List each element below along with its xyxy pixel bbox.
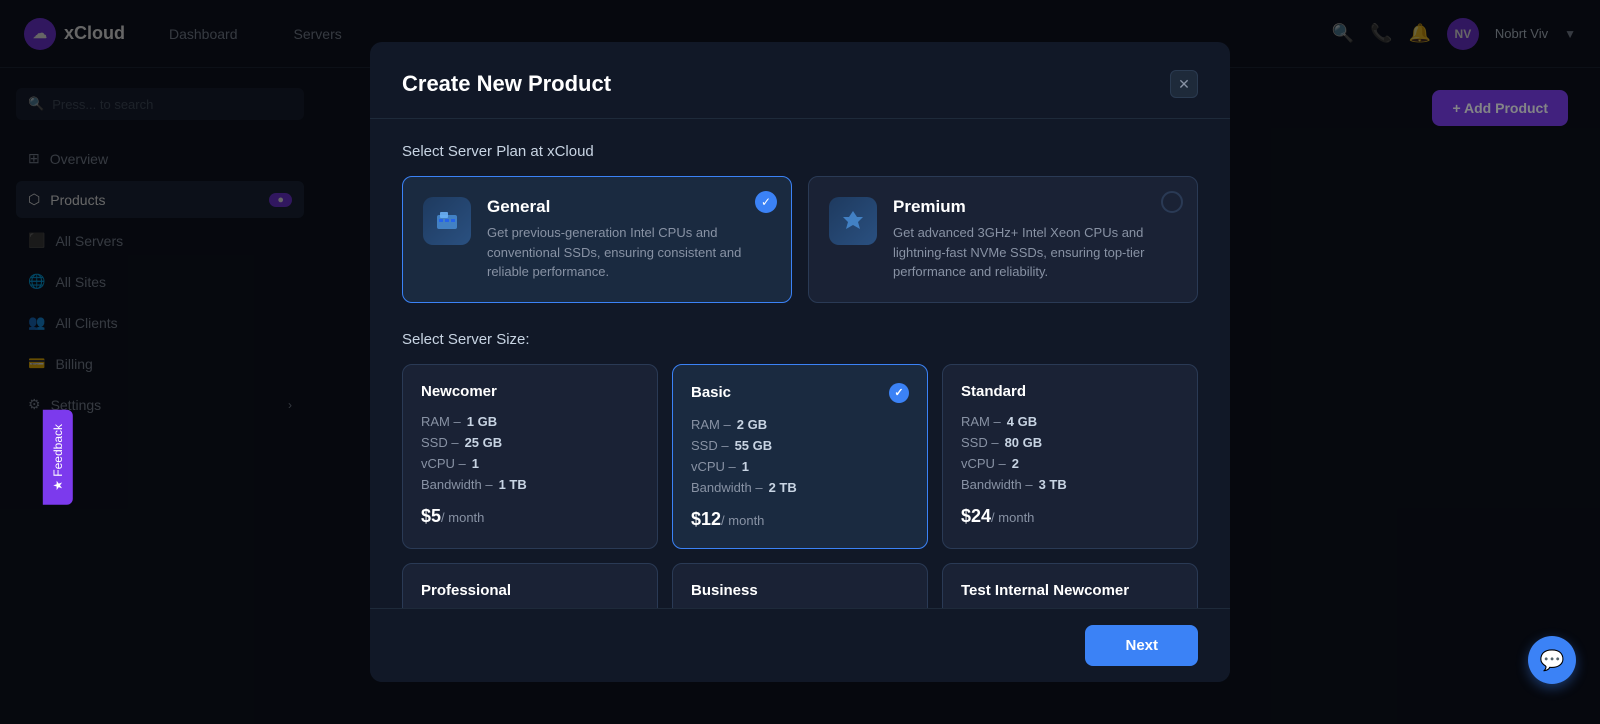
newcomer-ram: RAM – 1 GB xyxy=(421,414,639,429)
general-plan-icon xyxy=(423,197,471,245)
professional-name: Professional xyxy=(421,582,639,599)
feedback-button[interactable]: ★ Feedback xyxy=(43,410,73,505)
add-product-button[interactable]: + Add Product xyxy=(1432,90,1568,126)
premium-plan-check xyxy=(1161,191,1183,213)
standard-name: Standard xyxy=(961,383,1179,400)
standard-price: $24/ month xyxy=(961,506,1179,527)
standard-vcpu: vCPU – 2 xyxy=(961,456,1179,471)
modal-overlay: Create New Product ✕ Select Server Plan … xyxy=(0,0,1600,724)
modal-header: Create New Product ✕ xyxy=(370,42,1230,119)
premium-plan-desc: Get advanced 3GHz+ Intel Xeon CPUs and l… xyxy=(893,223,1177,282)
basic-vcpu: vCPU – 1 xyxy=(691,459,909,474)
plan-section-title: Select Server Plan at xCloud xyxy=(402,143,1198,160)
newcomer-price: $5/ month xyxy=(421,506,639,527)
next-button[interactable]: Next xyxy=(1085,625,1198,666)
basic-name: Basic ✓ xyxy=(691,383,909,403)
standard-bandwidth: Bandwidth – 3 TB xyxy=(961,477,1179,492)
plan-card-general[interactable]: General Get previous-generation Intel CP… xyxy=(402,176,792,303)
modal-body: Select Server Plan at xCloud xyxy=(370,119,1230,608)
standard-ssd: SSD – 80 GB xyxy=(961,435,1179,450)
general-plan-check: ✓ xyxy=(755,191,777,213)
general-plan-name: General xyxy=(487,197,771,217)
size-section-title: Select Server Size: xyxy=(402,331,1198,348)
basic-ssd: SSD – 55 GB xyxy=(691,438,909,453)
chat-button[interactable]: 💬 xyxy=(1528,636,1576,684)
chat-icon: 💬 xyxy=(1540,648,1565,673)
newcomer-bandwidth: Bandwidth – 1 TB xyxy=(421,477,639,492)
basic-check: ✓ xyxy=(889,383,909,403)
newcomer-vcpu: vCPU – 1 xyxy=(421,456,639,471)
close-button[interactable]: ✕ xyxy=(1170,70,1198,98)
basic-ram: RAM – 2 GB xyxy=(691,417,909,432)
size-grid-container: Newcomer RAM – 1 GB SSD – 25 GB vCPU – 1… xyxy=(402,364,1198,609)
modal-title: Create New Product xyxy=(402,71,611,97)
modal-footer: Next xyxy=(370,608,1230,682)
add-product-label: + Add Product xyxy=(1452,100,1548,116)
size-card-newcomer[interactable]: Newcomer RAM – 1 GB SSD – 25 GB vCPU – 1… xyxy=(402,364,658,549)
general-plan-info: General Get previous-generation Intel CP… xyxy=(487,197,771,282)
size-card-professional[interactable]: Professional RAM – 8 GB xyxy=(402,563,658,609)
basic-bandwidth: Bandwidth – 2 TB xyxy=(691,480,909,495)
size-card-standard[interactable]: Standard RAM – 4 GB SSD – 80 GB vCPU – 2… xyxy=(942,364,1198,549)
size-card-business[interactable]: Business RAM – 16 GB xyxy=(672,563,928,609)
basic-price: $12/ month xyxy=(691,509,909,530)
size-card-basic[interactable]: Basic ✓ RAM – 2 GB SSD – 55 GB vCPU – 1 … xyxy=(672,364,928,549)
newcomer-ssd: SSD – 25 GB xyxy=(421,435,639,450)
newcomer-name: Newcomer xyxy=(421,383,639,400)
general-plan-desc: Get previous-generation Intel CPUs and c… xyxy=(487,223,771,282)
plan-cards-container: General Get previous-generation Intel CP… xyxy=(402,176,1198,303)
test-internal-name: Test Internal Newcomer xyxy=(961,582,1179,599)
create-product-modal: Create New Product ✕ Select Server Plan … xyxy=(370,42,1230,682)
premium-plan-icon xyxy=(829,197,877,245)
business-name: Business xyxy=(691,582,909,599)
plan-card-premium[interactable]: Premium Get advanced 3GHz+ Intel Xeon CP… xyxy=(808,176,1198,303)
premium-plan-info: Premium Get advanced 3GHz+ Intel Xeon CP… xyxy=(893,197,1177,282)
standard-ram: RAM – 4 GB xyxy=(961,414,1179,429)
premium-plan-name: Premium xyxy=(893,197,1177,217)
size-card-test-internal[interactable]: Test Internal Newcomer RAM – 1 GB xyxy=(942,563,1198,609)
